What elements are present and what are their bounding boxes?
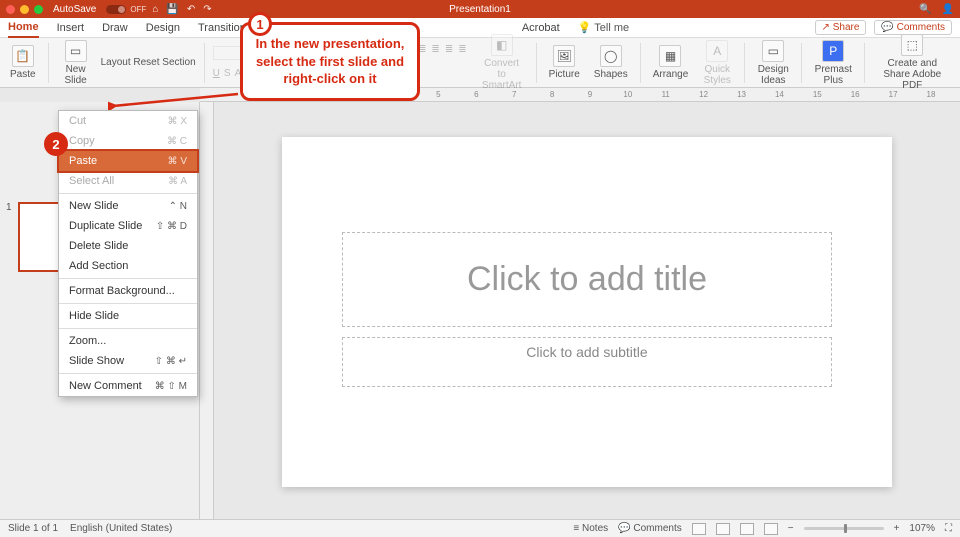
paste-group[interactable]: 📋 Paste [6, 45, 40, 80]
titlebar: AutoSave OFF ⌂ 💾 ↶ ↷ Presentation1 🔍 👤 [0, 0, 960, 18]
window-controls [6, 5, 43, 14]
sorter-view-icon[interactable] [716, 523, 730, 535]
annotation-arrow [108, 90, 243, 110]
zoom-level[interactable]: 107% [909, 523, 935, 534]
annotation-step1-callout: In the new presentation, select the firs… [240, 22, 420, 101]
ctx-copy[interactable]: Copy⌘ C [59, 131, 197, 151]
autosave-label: AutoSave [53, 4, 96, 15]
tab-home[interactable]: Home [8, 18, 39, 38]
shapes-button[interactable]: ◯ Shapes [590, 45, 632, 80]
smartart-icon: ◧ [491, 34, 513, 56]
ctx-hide-slide[interactable]: Hide Slide [59, 306, 197, 326]
close-window-icon[interactable] [6, 5, 15, 14]
ctx-new-comment[interactable]: New Comment⌘ ⇧ M [59, 376, 197, 396]
comments-button[interactable]: 💬 Comments [874, 20, 952, 35]
save-icon[interactable]: 💾 [166, 4, 178, 15]
vertical-ruler [200, 102, 214, 522]
slide-counter[interactable]: Slide 1 of 1 [8, 523, 58, 534]
context-menu: Cut⌘ X Copy⌘ C Paste⌘ V Select All⌘ A Ne… [58, 110, 198, 397]
ctx-new-slide[interactable]: New Slide⌃ N [59, 196, 197, 216]
picture-icon: 🖼 [553, 45, 575, 67]
ctx-format-background[interactable]: Format Background... [59, 281, 197, 301]
reset-button[interactable]: Reset [133, 57, 159, 68]
tab-insert[interactable]: Insert [57, 19, 85, 37]
ctx-duplicate-slide[interactable]: Duplicate Slide⇧ ⌘ D [59, 216, 197, 236]
home-icon[interactable]: ⌂ [152, 4, 158, 15]
title-placeholder[interactable]: Click to add title [342, 232, 832, 327]
ribbon: 📋Paste ▭New Slide Layout Reset Section B… [0, 38, 960, 88]
quick-styles-button[interactable]: AQuick Styles [698, 40, 736, 86]
premast-label: Premast Plus [814, 64, 852, 86]
design-ideas-button[interactable]: ▭Design Ideas [753, 40, 793, 86]
shapes-icon: ◯ [600, 45, 622, 67]
slide-number: 1 [6, 202, 12, 213]
maximize-window-icon[interactable] [34, 5, 43, 14]
arrange-label: Arrange [653, 69, 689, 80]
zoom-in-icon[interactable]: + [894, 523, 900, 534]
redo-icon[interactable]: ↷ [203, 4, 211, 15]
paste-label: Paste [10, 69, 36, 80]
convert-smartart[interactable]: ◧Convert to SmartArt [476, 34, 528, 91]
notes-button[interactable]: ≡ Notes [573, 523, 608, 534]
undo-icon[interactable]: ↶ [187, 4, 195, 15]
account-icon[interactable]: 👤 [942, 4, 954, 15]
language-indicator[interactable]: English (United States) [70, 523, 172, 534]
new-slide-button[interactable]: ▭New Slide [57, 40, 95, 86]
search-icon[interactable]: 🔍 [919, 4, 931, 15]
share-button[interactable]: ↗ Share [815, 20, 867, 35]
slide-canvas[interactable]: Click to add title Click to add subtitle [282, 137, 892, 487]
premast-icon: P [822, 40, 844, 62]
paste-icon: 📋 [12, 45, 34, 67]
comments-toggle[interactable]: 💬 Comments [618, 523, 682, 534]
autosave-toggle[interactable] [106, 5, 126, 14]
ctx-delete-slide[interactable]: Delete Slide [59, 236, 197, 256]
subtitle-placeholder[interactable]: Click to add subtitle [342, 337, 832, 387]
quick-styles-icon: A [706, 40, 728, 62]
adobe-pdf-button[interactable]: ⬚Create and Share Adobe PDF [873, 34, 951, 91]
annotation-badge-2: 2 [44, 132, 68, 156]
tab-design[interactable]: Design [146, 19, 180, 37]
adobe-label: Create and Share Adobe PDF [877, 58, 947, 91]
adobe-icon: ⬚ [901, 34, 923, 56]
picture-button[interactable]: 🖼 Picture [545, 45, 584, 80]
minimize-window-icon[interactable] [20, 5, 29, 14]
normal-view-icon[interactable] [692, 523, 706, 535]
arrange-icon: ▦ [659, 45, 681, 67]
tab-draw[interactable]: Draw [102, 19, 128, 37]
annotation-badge-1: 1 [248, 12, 272, 36]
shapes-label: Shapes [594, 69, 628, 80]
premast-button[interactable]: PPremast Plus [810, 40, 856, 86]
slideshow-view-icon[interactable] [764, 523, 778, 535]
layout-button[interactable]: Layout [101, 57, 131, 68]
ctx-paste[interactable]: Paste⌘ V [59, 151, 197, 171]
document-title: Presentation1 [449, 4, 511, 15]
status-bar: Slide 1 of 1 English (United States) ≡ N… [0, 519, 960, 537]
zoom-out-icon[interactable]: − [788, 523, 794, 534]
quick-access-toolbar: ⌂ 💾 ↶ ↷ [152, 4, 211, 15]
section-button[interactable]: Section [162, 57, 195, 68]
ctx-zoom[interactable]: Zoom... [59, 331, 197, 351]
ctx-add-section[interactable]: Add Section [59, 256, 197, 276]
new-slide-label: New Slide [61, 64, 91, 86]
reading-view-icon[interactable] [740, 523, 754, 535]
quick-styles-label: Quick Styles [702, 64, 732, 86]
smartart-label: Convert to SmartArt [480, 58, 524, 91]
ctx-select-all[interactable]: Select All⌘ A [59, 171, 197, 191]
ctx-cut[interactable]: Cut⌘ X [59, 111, 197, 131]
fit-to-window-icon[interactable]: ⛶ [945, 523, 952, 534]
tell-me-search[interactable]: 💡 Tell me [578, 21, 629, 34]
autosave-state: OFF [130, 5, 146, 14]
arrange-button[interactable]: ▦ Arrange [649, 45, 693, 80]
design-ideas-icon: ▭ [762, 40, 784, 62]
slide-editor[interactable]: Click to add title Click to add subtitle [214, 102, 960, 522]
design-ideas-label: Design Ideas [757, 64, 789, 86]
zoom-slider[interactable] [804, 527, 884, 530]
ctx-slide-show[interactable]: Slide Show⇧ ⌘ ↵ [59, 351, 197, 371]
picture-label: Picture [549, 69, 580, 80]
new-slide-icon: ▭ [65, 40, 87, 62]
